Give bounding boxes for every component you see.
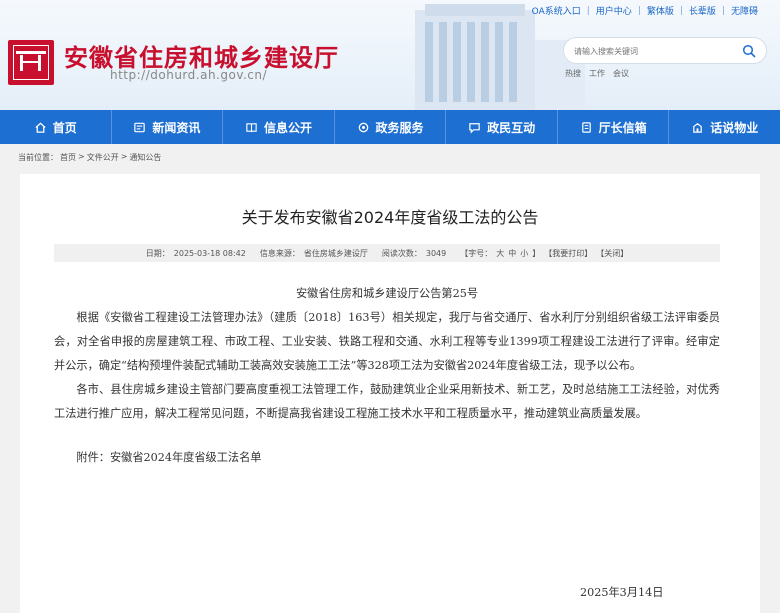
main-nav: 首页 新闻资讯 信息公开 政务服务 政民互动 厅长信箱 话说物业 xyxy=(0,110,780,144)
breadcrumb-sep: > xyxy=(120,152,128,161)
article-panel: 关于发布安徽省2024年度省级工法的公告 日期： 2025-03-18 08:4… xyxy=(20,174,760,613)
article-meta: 日期： 2025-03-18 08:42 信息来源： 省住房城乡建设厅 阅读次数… xyxy=(54,244,720,262)
sign-date: 2025年3月14日 xyxy=(580,586,664,599)
font-size-bracket: 】 xyxy=(532,248,541,258)
user-center-link[interactable]: 用户中心 xyxy=(590,4,638,17)
close-button[interactable]: 【关闭】 xyxy=(596,248,628,259)
accessibility-link[interactable]: 无障碍 xyxy=(725,4,764,17)
site-header: OA系统入口 | 用户中心 | 繁体版 | 长辈版 | 无障碍 安徽省住房和城乡建设厅 … xyxy=(0,0,780,110)
views-count: 3049 xyxy=(425,248,447,258)
nav-property[interactable]: 话说物业 xyxy=(669,110,780,144)
book-icon xyxy=(246,122,257,132)
property-icon xyxy=(693,122,703,133)
site-logo[interactable] xyxy=(8,40,54,85)
home-icon xyxy=(35,121,46,133)
font-size-label: 【字号： xyxy=(460,248,493,258)
breadcrumb-home[interactable]: 首页 xyxy=(60,152,76,163)
search-input[interactable] xyxy=(574,43,734,59)
nav-label: 信息公开 xyxy=(263,120,312,135)
mail-icon xyxy=(581,121,591,133)
article-title: 关于发布安徽省2024年度省级工法的公告 xyxy=(241,208,539,227)
publish-date: 2025-03-18 08:42 xyxy=(173,248,246,258)
source-label: 信息来源： xyxy=(259,248,300,258)
hot-search-label: 热搜 xyxy=(565,69,581,78)
nav-label: 新闻资讯 xyxy=(152,120,201,135)
nav-service[interactable]: 政务服务 xyxy=(335,110,447,144)
paragraph: 各市、县住房城乡建设主管部门要高度重视工法管理工作，鼓励建筑业企业采用新技术、新… xyxy=(54,383,720,420)
breadcrumb-notices[interactable]: 通知公告 xyxy=(129,152,161,163)
top-links: OA系统入口 | 用户中心 | 繁体版 | 长辈版 | 无障碍 xyxy=(526,4,764,18)
paragraph: 根据《安徽省工程建设工法管理办法》（建质〔2018〕163号）相关规定，我厅与省… xyxy=(54,311,720,372)
nav-interaction[interactable]: 政民互动 xyxy=(446,110,558,144)
elder-version-link[interactable]: 长辈版 xyxy=(683,4,722,17)
nav-info[interactable]: 信息公开 xyxy=(223,110,335,144)
search-icon[interactable] xyxy=(742,44,756,58)
search-box xyxy=(563,37,767,64)
nav-home[interactable]: 首页 xyxy=(0,110,112,144)
font-size-large[interactable]: 大 xyxy=(496,248,504,259)
nav-label: 政民互动 xyxy=(487,120,536,135)
date-label: 日期： xyxy=(145,248,170,258)
breadcrumb-prefix: 当前位置： xyxy=(18,153,58,162)
breadcrumb: 当前位置： 首页 > 文件公开 > 通知公告 xyxy=(18,152,161,163)
traditional-link[interactable]: 繁体版 xyxy=(641,4,680,17)
chat-icon xyxy=(469,122,480,134)
nav-label: 政务服务 xyxy=(375,120,424,135)
oa-link[interactable]: OA系统入口 xyxy=(526,4,587,17)
attachment-link[interactable]: 附件：安徽省2024年度省级工法名单 xyxy=(54,446,720,470)
font-size-medium[interactable]: 中 xyxy=(508,248,516,259)
font-size-small[interactable]: 小 xyxy=(520,248,528,259)
site-url: http://dohurd.ah.gov.cn/ xyxy=(110,68,268,82)
hot-search-item[interactable]: 工作 xyxy=(589,68,605,79)
article-body: 安徽省住房和城乡建设厅公告第25号 根据《安徽省工程建设工法管理办法》（建质〔2… xyxy=(54,282,720,470)
hot-search: 热搜 工作 会议 xyxy=(565,68,629,79)
breadcrumb-sep: > xyxy=(78,152,85,161)
nav-label: 厅长信箱 xyxy=(598,120,647,135)
nav-news[interactable]: 新闻资讯 xyxy=(112,110,224,144)
views-label: 阅读次数： xyxy=(381,248,422,258)
print-button[interactable]: 【我要打印】 xyxy=(544,248,592,259)
nav-label: 首页 xyxy=(52,120,77,135)
news-icon xyxy=(134,122,146,132)
nav-mailbox[interactable]: 厅长信箱 xyxy=(558,110,670,144)
service-icon xyxy=(358,122,368,132)
source-value: 省住房城乡建设厅 xyxy=(303,248,368,258)
notice-number: 安徽省住房和城乡建设厅公告第25号 xyxy=(295,287,479,300)
breadcrumb-files[interactable]: 文件公开 xyxy=(87,152,119,163)
hot-search-item[interactable]: 会议 xyxy=(613,68,629,79)
nav-label: 话说物业 xyxy=(710,120,759,135)
